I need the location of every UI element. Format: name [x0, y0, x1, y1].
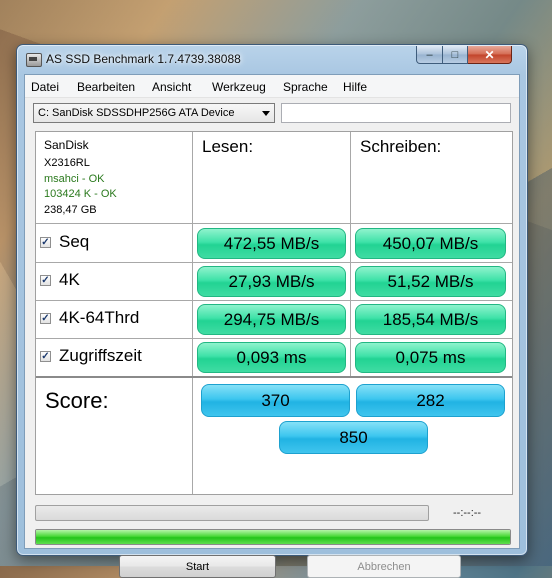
- grid-divider: [36, 338, 512, 339]
- grid-divider: [350, 132, 351, 377]
- score-write: 282: [356, 384, 505, 417]
- close-button[interactable]: ✕: [468, 46, 512, 64]
- 4k-64thrd-write-result: 185,54 MB/s: [355, 304, 506, 335]
- abort-button[interactable]: Abbrechen: [307, 555, 461, 578]
- score-total: 850: [279, 421, 428, 454]
- title-bar[interactable]: AS SSD Benchmark 1.7.4739.38088 – □ ✕: [17, 45, 527, 73]
- menu-datei[interactable]: Datei: [31, 80, 59, 94]
- menu-bar: Datei Bearbeiten Ansicht Werkzeug Sprach…: [25, 75, 519, 98]
- column-header-write: Schreiben:: [360, 137, 442, 156]
- row-label-4k-64thrd: 4K-64Thrd: [59, 308, 140, 327]
- menu-bearbeiten[interactable]: Bearbeiten: [77, 80, 135, 94]
- 4k-checkbox[interactable]: ✓: [40, 275, 51, 286]
- drive-firmware: X2316RL: [44, 157, 90, 169]
- row-label-4k: 4K: [59, 270, 80, 289]
- zugriffszeit-write-result: 0,075 ms: [355, 342, 506, 373]
- seq-checkbox[interactable]: ✓: [40, 237, 51, 248]
- grid-divider: [36, 376, 512, 378]
- score-label: Score:: [45, 388, 109, 413]
- drive-text-field[interactable]: [281, 103, 511, 123]
- 4k-write-result: 51,52 MB/s: [355, 266, 506, 297]
- start-button[interactable]: Start: [119, 555, 276, 578]
- minimize-button[interactable]: –: [416, 46, 443, 64]
- alignment-status: 103424 K - OK: [44, 188, 117, 200]
- overall-progress-bar: [35, 529, 511, 545]
- overall-progress-fill: [36, 530, 510, 544]
- seq-write-result: 450,07 MB/s: [355, 228, 506, 259]
- 4k-read-result: 27,93 MB/s: [197, 266, 346, 297]
- drive-vendor: SanDisk: [44, 138, 89, 152]
- client-area: Datei Bearbeiten Ansicht Werkzeug Sprach…: [24, 74, 520, 578]
- row-label-seq: Seq: [59, 232, 90, 251]
- menu-sprache[interactable]: Sprache: [283, 80, 328, 94]
- chevron-down-icon: [262, 111, 270, 116]
- menu-werkzeug[interactable]: Werkzeug: [212, 80, 266, 94]
- drive-select-value: C: SanDisk SDSSDHP256G ATA Device: [38, 107, 235, 119]
- column-header-read: Lesen:: [202, 137, 254, 156]
- results-grid: SanDisk X2316RL msahci - OK 103424 K - O…: [35, 131, 513, 495]
- zugriffszeit-read-result: 0,093 ms: [197, 342, 346, 373]
- driver-status: msahci - OK: [44, 173, 105, 185]
- score-read: 370: [201, 384, 350, 417]
- app-window: AS SSD Benchmark 1.7.4739.38088 – □ ✕ Da…: [16, 44, 528, 578]
- row-label-zugriffszeit: Zugriffszeit: [59, 346, 142, 365]
- drive-select[interactable]: C: SanDisk SDSSDHP256G ATA Device: [33, 103, 275, 123]
- menu-hilfe[interactable]: Hilfe: [343, 80, 367, 94]
- grid-divider: [36, 223, 512, 224]
- window-title: AS SSD Benchmark 1.7.4739.38088: [46, 52, 241, 66]
- 4k-64thrd-checkbox[interactable]: ✓: [40, 313, 51, 324]
- app-drive-icon: [26, 53, 42, 67]
- drive-capacity: 238,47 GB: [44, 204, 97, 216]
- grid-divider: [192, 132, 193, 494]
- maximize-button[interactable]: □: [443, 46, 468, 64]
- grid-divider: [36, 300, 512, 301]
- seq-read-result: 472,55 MB/s: [197, 228, 346, 259]
- menu-ansicht[interactable]: Ansicht: [152, 80, 191, 94]
- grid-divider: [36, 262, 512, 263]
- elapsed-time: --:--:--: [453, 507, 482, 519]
- caption-buttons: – □ ✕: [416, 46, 512, 65]
- zugriffszeit-checkbox[interactable]: ✓: [40, 351, 51, 362]
- 4k-64thrd-read-result: 294,75 MB/s: [197, 304, 346, 335]
- test-progress-bar: [35, 505, 429, 521]
